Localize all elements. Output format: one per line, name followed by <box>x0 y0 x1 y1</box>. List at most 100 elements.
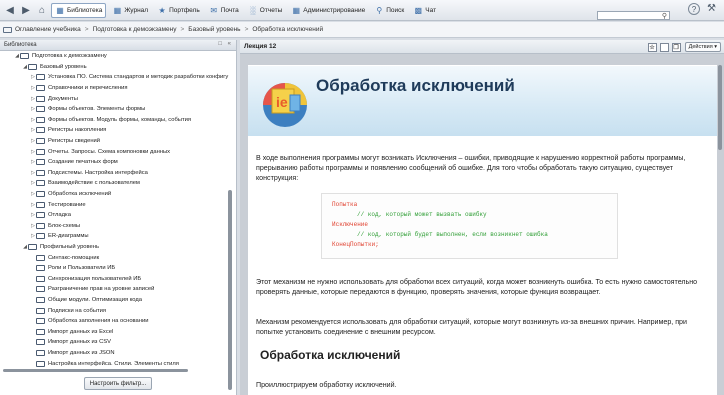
lecture-header: Лекция 12 ☆ ❐ Действия ▾ <box>240 40 724 54</box>
folder-icon <box>3 26 12 33</box>
folder-icon <box>36 74 45 81</box>
tree-item[interactable]: Синхронизация пользователей ИБ <box>0 273 236 284</box>
tree-item-label: Установка ПО. Система стандартов и метод… <box>48 74 229 81</box>
breadcrumb: Оглавление учебника > Подготовка к демоэ… <box>0 22 724 38</box>
actions-button[interactable]: Действия ▾ <box>684 42 721 52</box>
code-line: Попытка <box>332 201 358 208</box>
folder-icon <box>36 127 45 134</box>
section-heading: Обработка исключений <box>260 348 401 362</box>
forward-icon[interactable]: ▶ <box>19 3 33 17</box>
reports-button[interactable]: ░ Отчеты <box>245 3 285 18</box>
tree-item-label: Синтакс-помощник <box>48 254 100 261</box>
breadcrumb-item[interactable]: Обработка исключений <box>252 26 323 33</box>
admin-button[interactable]: ▦ Администрирование <box>288 3 368 18</box>
portfolio-button[interactable]: ★ Портфель <box>154 3 203 18</box>
tree-item[interactable]: ▷ Регистры сведений <box>0 136 236 147</box>
chat-label: Чат <box>425 6 437 14</box>
tree-item[interactable]: Разграничение прав на уровне записей <box>0 284 236 295</box>
help-icon[interactable]: ? <box>688 3 700 15</box>
tree-item[interactable]: ▷ Отчеты. Запросы. Схема компоновки данны… <box>0 146 236 157</box>
tree-item[interactable]: Обработка заполнения на основании <box>0 316 236 327</box>
tree-item-label: ER-диаграммы <box>48 233 89 240</box>
tree-horizontal-scrollbar[interactable] <box>3 369 188 372</box>
paragraph: В ходе выполнения программы могут возник… <box>256 154 686 183</box>
search-label: Поиск <box>386 6 405 14</box>
journal-button[interactable]: ▦ Журнал <box>109 3 151 18</box>
tree-item-label: Формы объектов. Модуль формы, команды, с… <box>48 116 191 123</box>
tree-item[interactable]: Общие модули. Оптимизация кода <box>0 295 236 306</box>
tree-vertical-scrollbar[interactable] <box>228 190 232 390</box>
tree-item[interactable]: Настройка интерфейса. Стили. Элементы ст… <box>0 358 236 369</box>
lecture-number: Лекция 12 <box>244 43 277 50</box>
back-icon[interactable]: ◀ <box>3 3 17 17</box>
breadcrumb-separator: > <box>244 26 249 33</box>
tree-item[interactable]: ▷ Справочники и перечисления <box>0 83 236 94</box>
tree-item[interactable]: ▷ Установка ПО. Система стандартов и мето… <box>0 72 236 83</box>
folder-icon <box>36 159 45 166</box>
star-icon: ★ <box>158 5 166 15</box>
folder-icon <box>36 180 45 187</box>
configure-filter-button[interactable]: Настроить фильтр... <box>84 377 152 390</box>
folder-icon <box>36 106 45 113</box>
tree-item[interactable]: ▷ Документы <box>0 93 236 104</box>
tree-item-label: Отладка <box>48 212 71 219</box>
folder-icon <box>36 201 45 208</box>
breadcrumb-item[interactable]: Оглавление учебника <box>15 26 81 33</box>
library-panel-header: Библиотека □ « <box>0 40 236 51</box>
exception-logo-icon: ie <box>263 83 307 127</box>
tree-item[interactable]: ▷ Создание печатных форм <box>0 157 236 168</box>
tree-item[interactable]: Импорт данных из CSV <box>0 337 236 348</box>
tree-item-label: Общие модули. Оптимизация кода <box>48 296 143 303</box>
tree-item[interactable]: ▷ Тестирование <box>0 199 236 210</box>
tree-item[interactable]: Импорт данных из JSON <box>0 348 236 359</box>
folder-icon <box>36 307 45 314</box>
library-label: Библиотека <box>67 6 103 14</box>
panel-collapse-icon[interactable]: □ « <box>218 41 233 47</box>
tree-item-label: Блок-схемы <box>48 222 80 229</box>
folder-icon <box>36 95 45 102</box>
tree-item[interactable]: ◢ Базовый уровень <box>0 62 236 73</box>
mail-icon: ✉ <box>210 5 218 15</box>
folder-icon <box>36 169 45 176</box>
chat-button[interactable]: ▩ Чат <box>410 3 439 18</box>
mail-label: Почта <box>220 6 239 14</box>
breadcrumb-item[interactable]: Базовый уровень <box>188 26 240 33</box>
folder-icon <box>36 296 45 303</box>
copy-icon[interactable]: ❐ <box>671 42 681 52</box>
folder-icon <box>36 275 45 282</box>
tree-item[interactable]: Роли и Пользователи ИБ <box>0 263 236 274</box>
tree-item[interactable]: Импорт данных из Excel <box>0 326 236 337</box>
star-icon[interactable]: ☆ <box>647 42 657 52</box>
tree-item-label: Импорт данных из Excel <box>48 328 114 335</box>
tree-item[interactable]: ▷ Взаимодействие с пользователем <box>0 178 236 189</box>
tree-item[interactable]: ◢ Профильный уровень <box>0 242 236 253</box>
folder-icon <box>36 148 45 155</box>
code-line: КонецПопытки; <box>332 241 379 248</box>
tree-item[interactable]: ▷ Формы объектов. Модуль формы, команды, … <box>0 115 236 126</box>
chat-icon: ▩ <box>414 5 423 15</box>
tree-item[interactable]: ◢ Подготовка к демоэкзамену <box>0 51 236 62</box>
home-icon[interactable]: ⌂ <box>35 3 49 17</box>
journal-label: Журнал <box>124 6 149 14</box>
tree-item[interactable]: ▷ Формы объектов. Элементы формы <box>0 104 236 115</box>
tree-item[interactable]: ▷ Подсистемы. Настройка интерфейса <box>0 168 236 179</box>
tree-item[interactable]: ▷ Блок-схемы <box>0 221 236 232</box>
folder-icon <box>28 63 37 70</box>
tree-item[interactable]: ▷ Отладка <box>0 210 236 221</box>
tree-item[interactable]: Подписки на события <box>0 305 236 316</box>
fullscreen-icon[interactable] <box>659 42 669 52</box>
tree-item[interactable]: ▷ ER-диаграммы <box>0 231 236 242</box>
library-button[interactable]: ▦ Библиотека <box>51 2 107 18</box>
tree-item[interactable]: Синтакс-помощник <box>0 252 236 263</box>
document-scrollbar[interactable] <box>718 65 722 150</box>
wrench-icon[interactable]: ⚒ <box>707 3 716 14</box>
folder-icon <box>20 53 29 60</box>
mail-button[interactable]: ✉ Почта <box>206 3 242 18</box>
svg-text:ie: ie <box>276 94 288 110</box>
search-button[interactable]: ⚲ Поиск <box>371 3 407 18</box>
tree-item[interactable]: ▷ Регистры накопления <box>0 125 236 136</box>
search-input[interactable]: ⚲ <box>597 11 670 20</box>
paragraph: Механизм рекомендуется использовать для … <box>256 318 687 337</box>
breadcrumb-item[interactable]: Подготовка к демоэкзамену <box>93 26 177 33</box>
tree-item[interactable]: ▷ Обработка исключений <box>0 189 236 200</box>
